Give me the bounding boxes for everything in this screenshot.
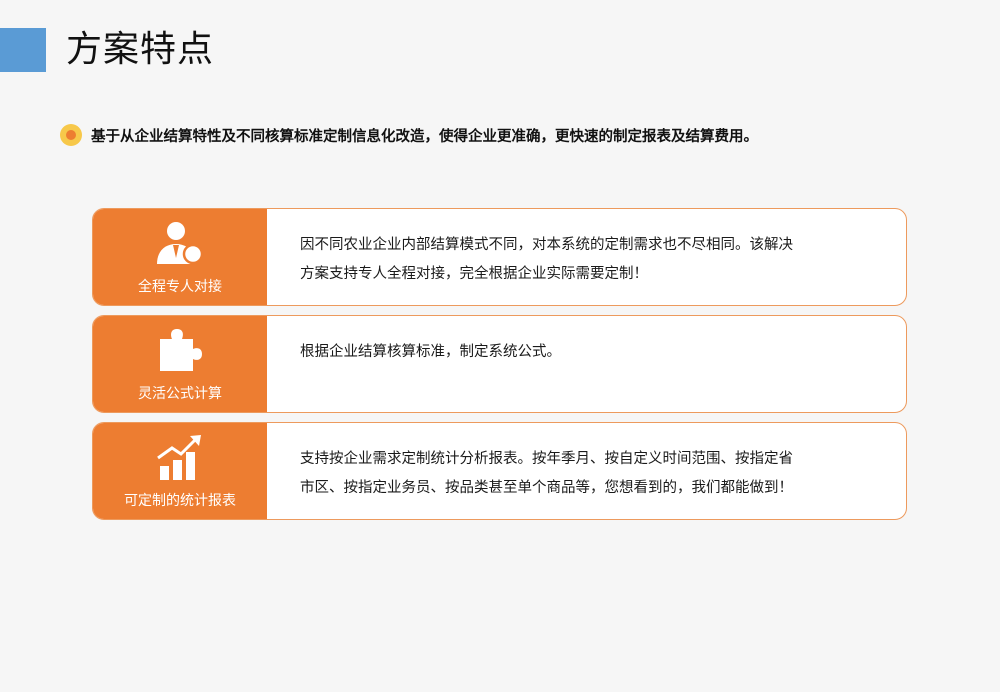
description-line: 支持按企业需求定制统计分析报表。按年季月、按自定义时间范围、按指定省 [300,451,793,467]
feature-card-custom-reports: 可定制的统计报表 支持按企业需求定制统计分析报表。按年季月、按自定义时间范围、按… [92,422,907,520]
slide: 方案特点 基于从企业结算特性及不同核算标准定制信息化改造，使得企业更准确，更快速… [0,0,1000,692]
page-title: 方案特点 [66,29,215,70]
feature-badge: 可定制的统计报表 [93,423,267,519]
feature-label: 全程专人对接 [138,279,222,295]
feature-description: 根据企业结算核算标准，制定系统公式。 [267,316,906,412]
description-line: 因不同农业企业内部结算模式不同，对本系统的定制需求也不尽相同。该解决 [300,237,793,253]
summary-text: 基于从企业结算特性及不同核算标准定制信息化改造，使得企业更准确，更快速的制定报表… [91,128,758,145]
bullet-dot-icon [60,124,82,146]
summary-point: 基于从企业结算特性及不同核算标准定制信息化改造，使得企业更准确，更快速的制定报表… [60,124,758,146]
feature-badge: 全程专人对接 [93,209,267,305]
description-line: 市区、按指定业务员、按品类甚至单个商品等，您想看到的，我们都能做到！ [300,480,793,496]
person-icon [157,222,204,265]
feature-description: 因不同农业企业内部结算模式不同，对本系统的定制需求也不尽相同。该解决 方案支持专… [267,209,906,305]
feature-label: 可定制的统计报表 [124,493,236,509]
description-line: 方案支持专人全程对接，完全根据企业实际需要定制！ [300,266,648,282]
feature-label: 灵活公式计算 [138,386,222,402]
feature-card-formula: 灵活公式计算 根据企业结算核算标准，制定系统公式。 [92,315,907,413]
feature-description: 支持按企业需求定制统计分析报表。按年季月、按自定义时间范围、按指定省 市区、按指… [267,423,906,519]
puzzle-icon [160,329,202,371]
feature-card-dedicated-support: 全程专人对接 因不同农业企业内部结算模式不同，对本系统的定制需求也不尽相同。该解… [92,208,907,306]
feature-list: 全程专人对接 因不同农业企业内部结算模式不同，对本系统的定制需求也不尽相同。该解… [92,208,907,529]
feature-badge: 灵活公式计算 [93,316,267,412]
description-line: 根据企业结算核算标准，制定系统公式。 [300,344,561,360]
title-accent-bar [0,28,46,72]
bar-chart-icon [157,435,201,480]
